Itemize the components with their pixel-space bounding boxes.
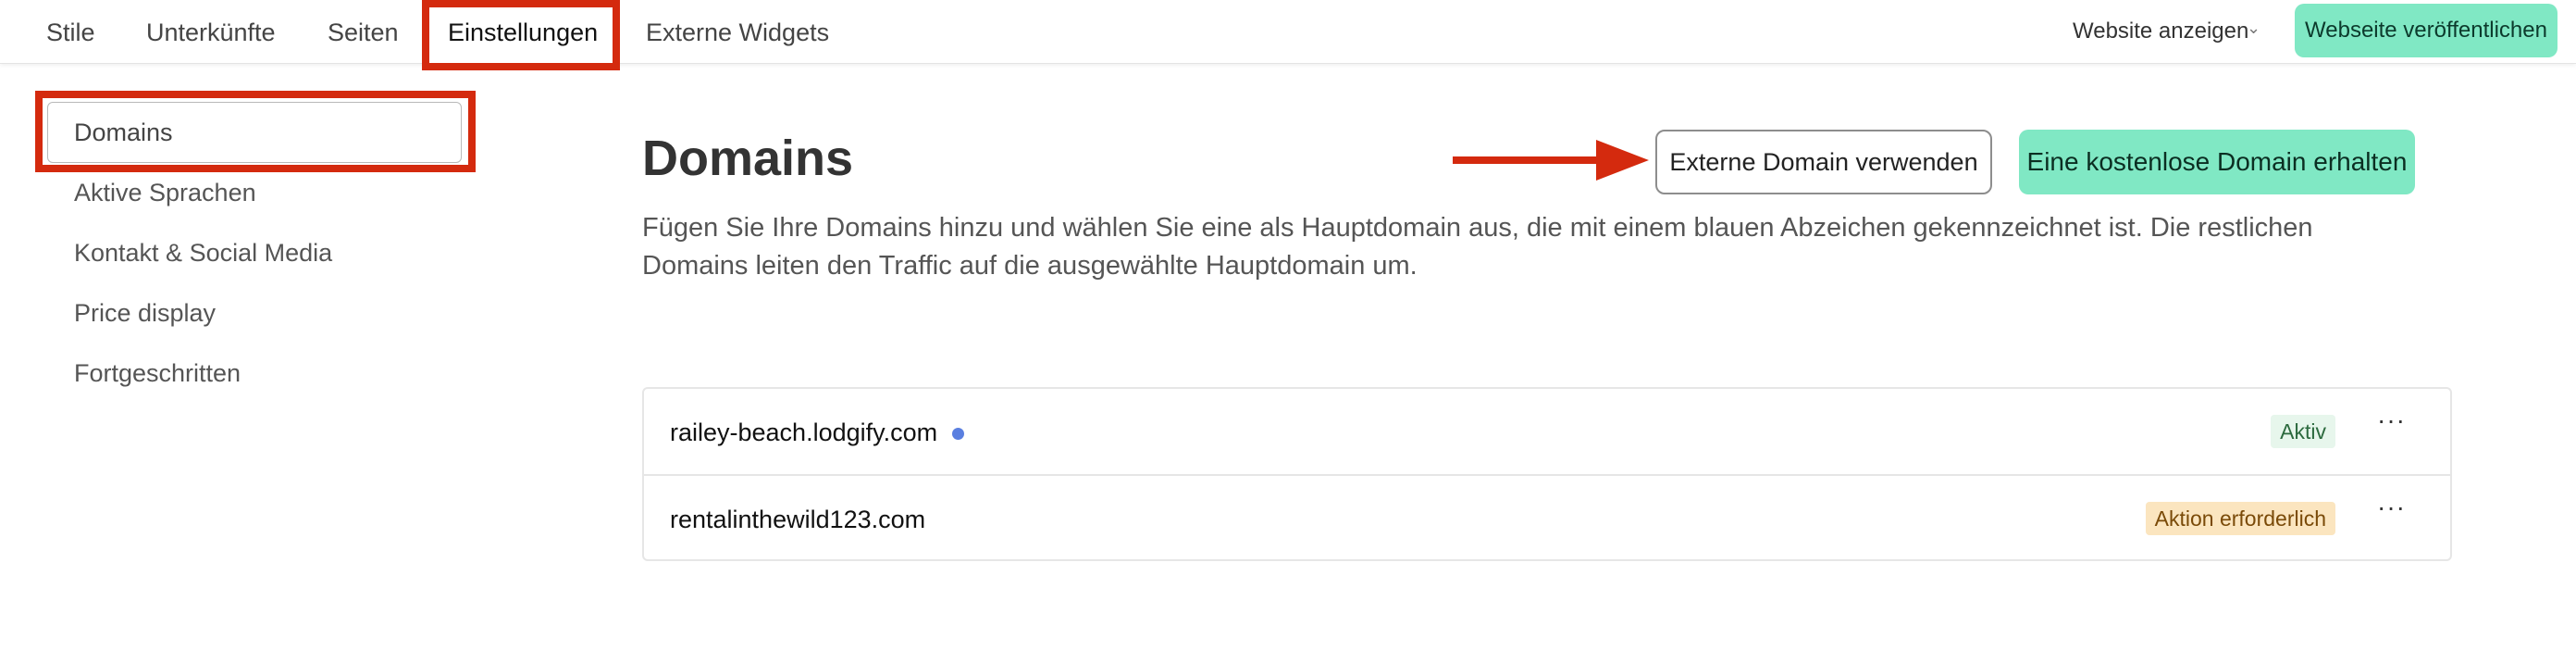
use-external-domain-button[interactable]: Externe Domain verwenden <box>1655 130 1992 194</box>
page-description: Fügen Sie Ihre Domains hinzu und wählen … <box>642 213 2313 281</box>
status-badge: Aktiv <box>2271 415 2335 448</box>
more-options-icon[interactable]: ··· <box>2377 493 2406 522</box>
publish-button[interactable]: Webseite veröffentlichen <box>2295 4 2557 57</box>
domains-table: railey-beach.lodgify.com Aktiv ··· renta… <box>642 387 2452 561</box>
primary-domain-dot-icon <box>952 428 965 441</box>
tab-seiten[interactable]: Seiten <box>328 19 399 47</box>
page-title: Domains <box>642 131 854 186</box>
view-website-dropdown[interactable]: Website anzeigen <box>2073 19 2248 44</box>
sidebar-item-price-display[interactable]: Price display <box>74 299 216 328</box>
top-navigation: Stile Unterkünfte Seiten Einstellungen E… <box>0 0 2576 64</box>
arrow-right-icon <box>1453 140 1649 181</box>
sidebar-item-aktive-sprachen[interactable]: Aktive Sprachen <box>74 179 256 207</box>
get-free-domain-button[interactable]: Eine kostenlose Domain erhalten <box>2019 130 2415 194</box>
chevron-down-icon: ⌄ <box>2247 19 2261 37</box>
domain-name: rentalinthewild123.com <box>670 506 926 533</box>
table-row[interactable]: rentalinthewild123.com Aktion erforderli… <box>644 474 2450 561</box>
sidebar-item-fortgeschritten[interactable]: Fortgeschritten <box>74 359 241 388</box>
highlight-box-settings-tab <box>422 0 620 70</box>
tab-stile[interactable]: Stile <box>46 19 95 47</box>
tab-unterkuenfte[interactable]: Unterkünfte <box>146 19 276 47</box>
status-badge: Aktion erforderlich <box>2145 502 2335 535</box>
more-options-icon[interactable]: ··· <box>2377 406 2406 435</box>
domain-name: railey-beach.lodgify.com <box>670 419 965 447</box>
table-row[interactable]: railey-beach.lodgify.com Aktiv ··· <box>644 389 2450 474</box>
tab-externe-widgets[interactable]: Externe Widgets <box>646 19 829 47</box>
highlight-box-domains-item <box>35 91 476 172</box>
sidebar-item-kontakt-social-media[interactable]: Kontakt & Social Media <box>74 239 332 268</box>
